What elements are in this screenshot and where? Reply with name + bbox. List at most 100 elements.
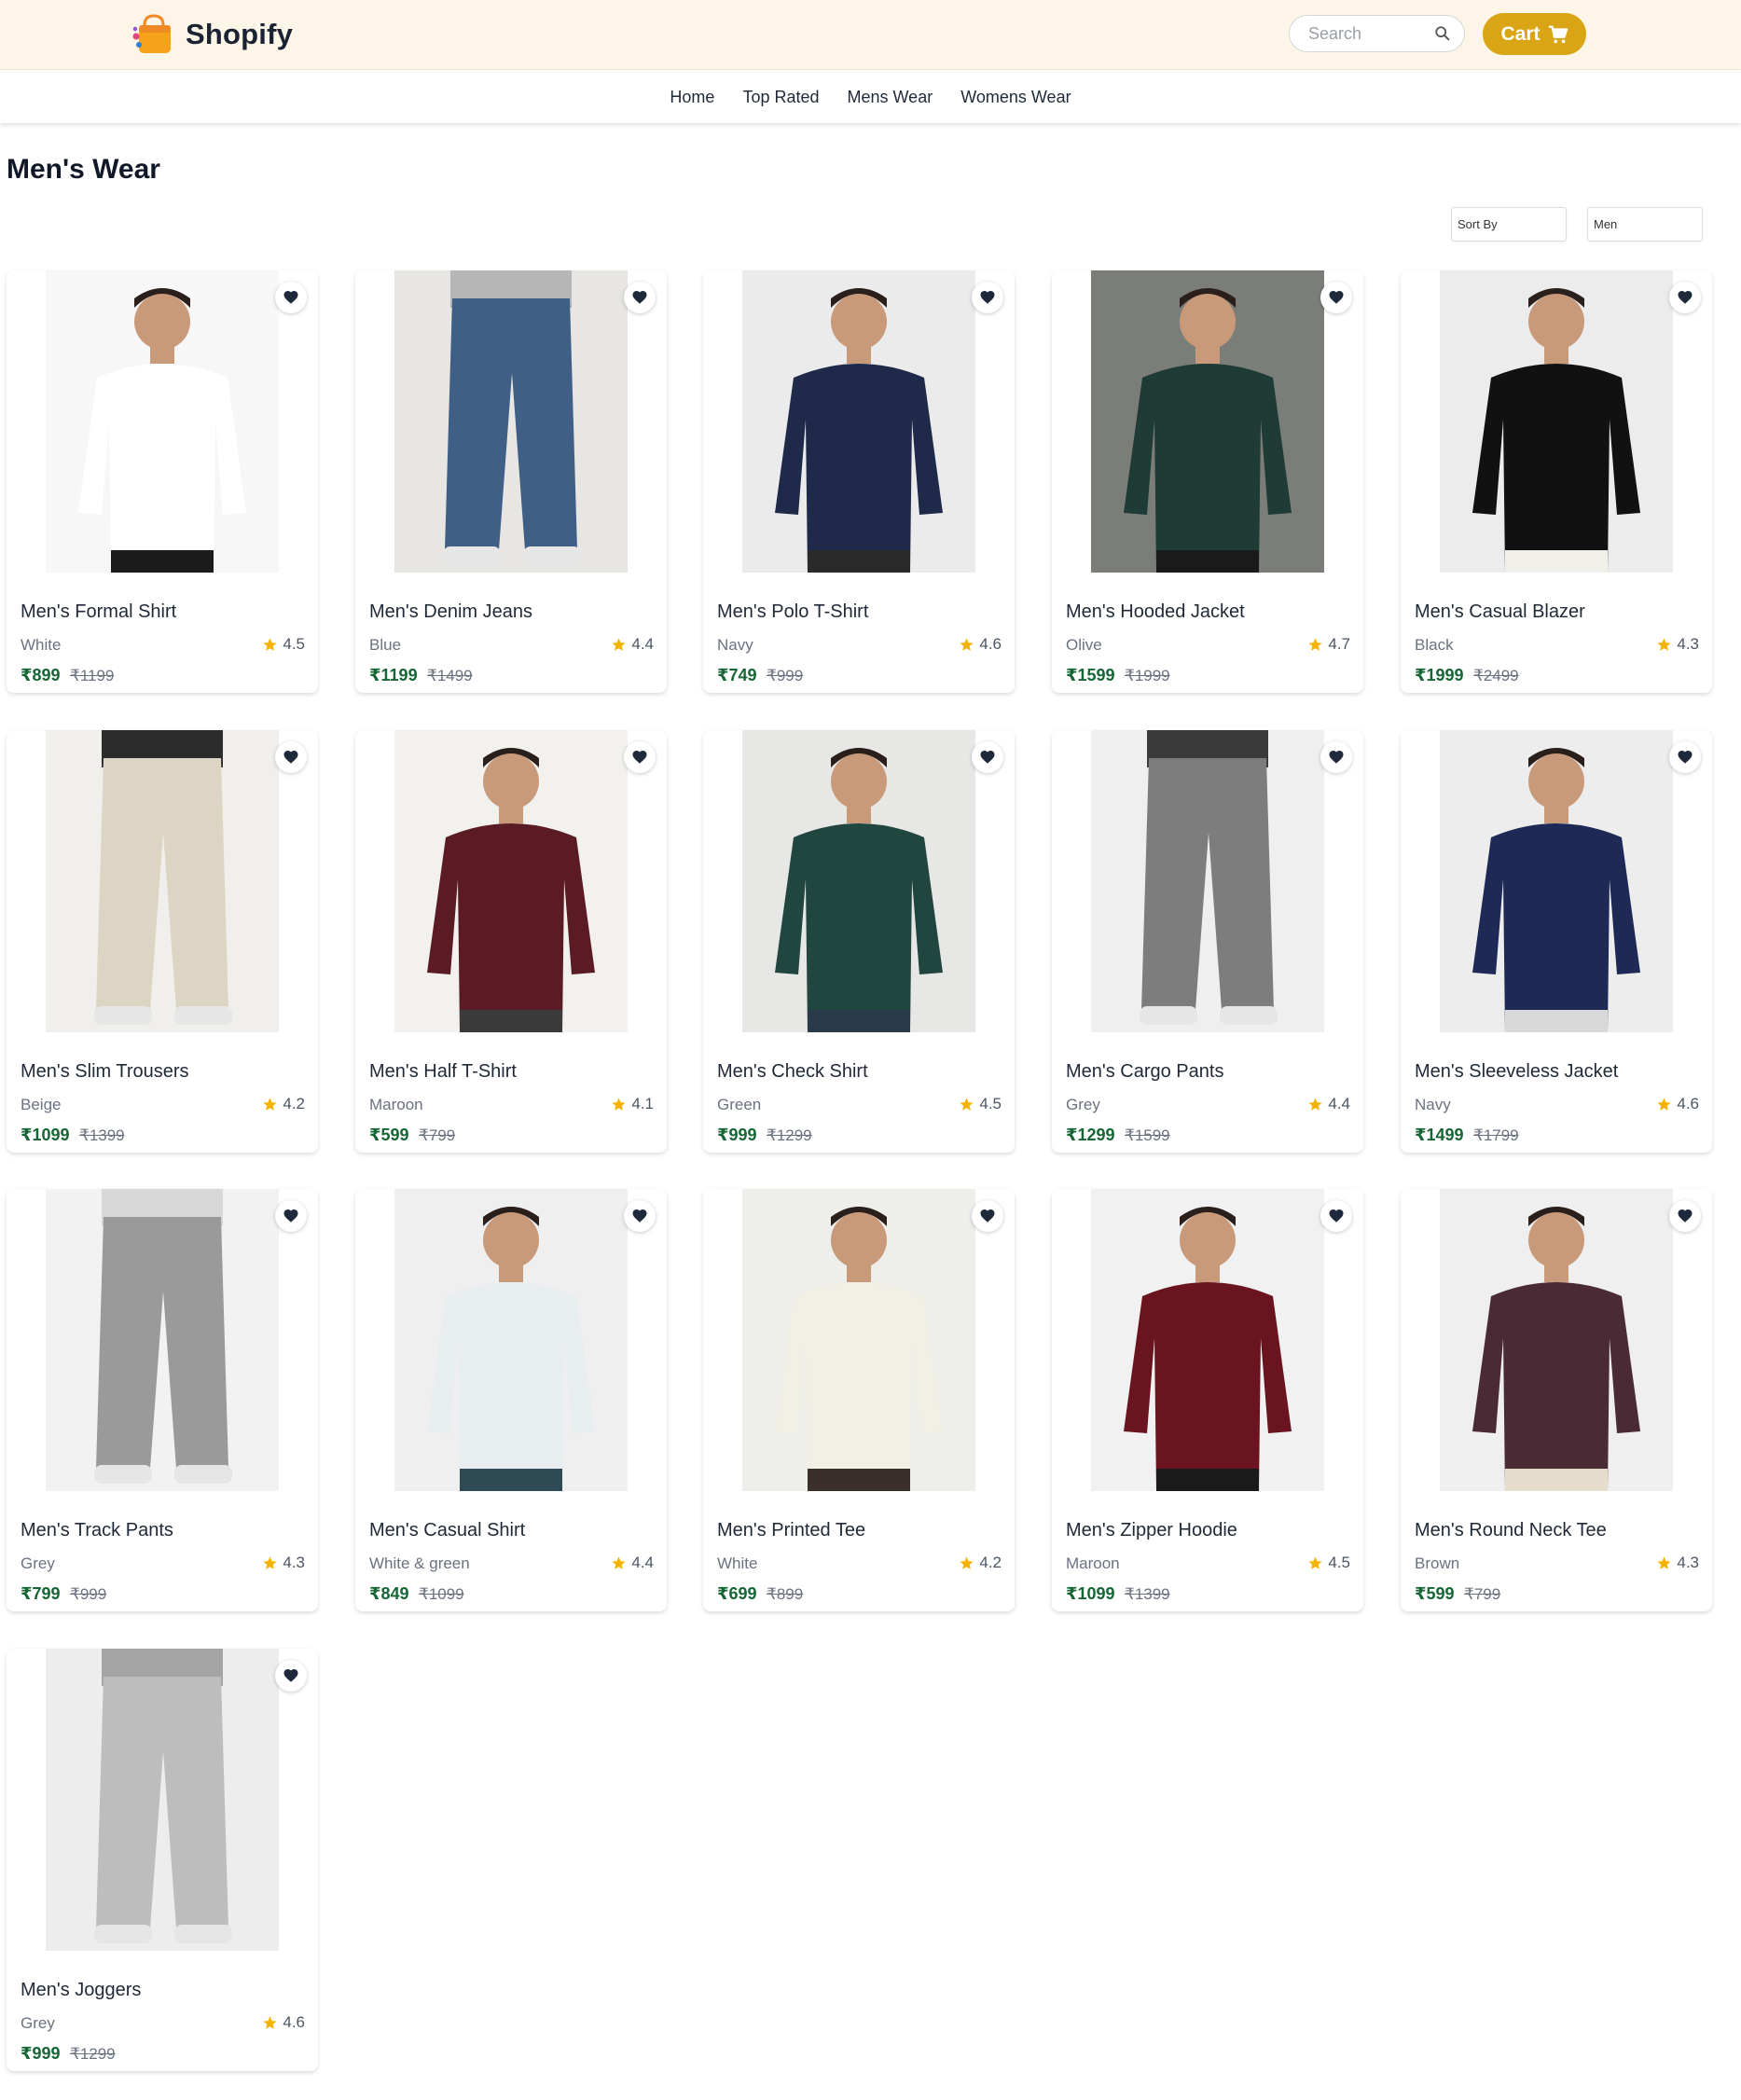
product-card[interactable]: Men's Cargo Pants Grey 4.4 ₹1299 ₹1599 (1052, 730, 1363, 1153)
wishlist-button[interactable] (624, 1200, 656, 1232)
product-image[interactable] (1440, 1189, 1673, 1491)
product-image[interactable] (46, 1189, 279, 1491)
search-input[interactable] (1308, 23, 1430, 44)
heart-icon (632, 290, 647, 304)
sort-by-select[interactable]: Sort By (1451, 207, 1567, 242)
search-box[interactable] (1289, 15, 1465, 52)
product-image[interactable] (1440, 270, 1673, 573)
product-card[interactable]: Men's Check Shirt Green 4.5 ₹999 ₹1299 (703, 730, 1015, 1153)
product-card[interactable]: Men's Half T-Shirt Maroon 4.1 ₹599 ₹799 (355, 730, 667, 1153)
product-rating: 4.1 (611, 1095, 654, 1113)
product-image-wrap (7, 730, 318, 1032)
product-name[interactable]: Men's Check Shirt (717, 1061, 868, 1083)
heart-icon (1678, 290, 1693, 304)
product-name[interactable]: Men's Cargo Pants (1066, 1061, 1223, 1083)
product-image[interactable] (394, 1189, 628, 1491)
product-name[interactable]: Men's Half T-Shirt (369, 1061, 517, 1083)
product-color: Navy (1415, 1096, 1451, 1113)
product-name[interactable]: Men's Zipper Hoodie (1066, 1520, 1237, 1541)
wishlist-button[interactable] (972, 282, 1003, 313)
heart-icon (1329, 290, 1344, 304)
product-name[interactable]: Men's Joggers (21, 1980, 141, 2001)
product-card[interactable]: Men's Polo T-Shirt Navy 4.6 ₹749 ₹999 (703, 270, 1015, 693)
product-old-price: ₹999 (70, 1585, 107, 1603)
wishlist-button[interactable] (1320, 282, 1352, 313)
product-name[interactable]: Men's Casual Blazer (1415, 601, 1585, 623)
wishlist-button[interactable] (1320, 1200, 1352, 1232)
product-card[interactable]: Men's Joggers Grey 4.6 ₹999 ₹1299 (7, 1649, 318, 2071)
wishlist-button[interactable] (275, 1660, 307, 1692)
product-image-illustration (46, 730, 279, 1032)
product-image-wrap (7, 1189, 318, 1491)
wishlist-button[interactable] (275, 1200, 307, 1232)
product-image[interactable] (1440, 730, 1673, 1032)
product-old-price: ₹1199 (70, 667, 115, 684)
product-name[interactable]: Men's Denim Jeans (369, 601, 532, 623)
search-icon[interactable] (1434, 25, 1451, 42)
product-name[interactable]: Men's Round Neck Tee (1415, 1520, 1607, 1541)
wishlist-button[interactable] (1669, 741, 1701, 773)
product-card[interactable]: Men's Round Neck Tee Brown 4.3 ₹599 ₹799 (1401, 1189, 1712, 1611)
product-card[interactable]: Men's Printed Tee White 4.2 ₹699 ₹899 (703, 1189, 1015, 1611)
product-card[interactable]: Men's Sleeveless Jacket Navy 4.6 ₹1499 ₹… (1401, 730, 1712, 1153)
product-image[interactable] (394, 270, 628, 573)
product-card[interactable]: Men's Casual Shirt White & green 4.4 ₹84… (355, 1189, 667, 1611)
product-price: ₹599 (1415, 1584, 1455, 1603)
product-old-price: ₹1399 (1125, 1585, 1170, 1603)
nav-mens-wear[interactable]: Mens Wear (848, 88, 933, 107)
nav-home[interactable]: Home (670, 88, 714, 107)
product-image[interactable] (742, 270, 975, 573)
rating-value: 4.6 (979, 635, 1002, 653)
wishlist-button[interactable] (624, 282, 656, 313)
wishlist-button[interactable] (624, 741, 656, 773)
product-card[interactable]: Men's Denim Jeans Blue 4.4 ₹1199 ₹1499 (355, 270, 667, 693)
product-image[interactable] (394, 730, 628, 1032)
wishlist-button[interactable] (1669, 282, 1701, 313)
product-name[interactable]: Men's Casual Shirt (369, 1520, 525, 1541)
product-image-wrap (703, 1189, 1015, 1491)
product-name[interactable]: Men's Formal Shirt (21, 601, 176, 623)
product-image[interactable] (742, 1189, 975, 1491)
product-name[interactable]: Men's Polo T-Shirt (717, 601, 868, 623)
rating-value: 4.2 (283, 1095, 305, 1112)
product-card[interactable]: Men's Formal Shirt White 4.5 ₹899 ₹1199 (7, 270, 318, 693)
product-image[interactable] (46, 270, 279, 573)
product-image[interactable] (742, 730, 975, 1032)
product-name[interactable]: Men's Track Pants (21, 1520, 173, 1541)
product-image[interactable] (46, 1649, 279, 1951)
product-name[interactable]: Men's Slim Trousers (21, 1061, 189, 1083)
cart-icon (1548, 25, 1568, 43)
product-card[interactable]: Men's Slim Trousers Beige 4.2 ₹1099 ₹139… (7, 730, 318, 1153)
product-image[interactable] (46, 730, 279, 1032)
product-image-wrap (355, 270, 667, 573)
product-price: ₹699 (717, 1584, 757, 1603)
product-price: ₹999 (717, 1126, 757, 1144)
product-card[interactable]: Men's Hooded Jacket Olive 4.7 ₹1599 ₹199… (1052, 270, 1363, 693)
wishlist-button[interactable] (275, 282, 307, 313)
product-card[interactable]: Men's Casual Blazer Black 4.3 ₹1999 ₹249… (1401, 270, 1712, 693)
product-image[interactable] (1091, 730, 1324, 1032)
wishlist-button[interactable] (972, 1200, 1003, 1232)
product-name[interactable]: Men's Sleeveless Jacket (1415, 1061, 1618, 1083)
product-color: Grey (21, 1554, 55, 1572)
wishlist-button[interactable] (972, 741, 1003, 773)
wishlist-button[interactable] (275, 741, 307, 773)
product-price: ₹849 (369, 1584, 409, 1603)
product-image[interactable] (1091, 270, 1324, 573)
product-image[interactable] (1091, 1189, 1324, 1491)
star-icon (960, 1097, 974, 1111)
product-image-wrap (703, 730, 1015, 1032)
product-name[interactable]: Men's Hooded Jacket (1066, 601, 1245, 623)
wishlist-button[interactable] (1320, 741, 1352, 773)
nav-womens-wear[interactable]: Womens Wear (960, 88, 1071, 107)
nav-top-rated[interactable]: Top Rated (742, 88, 819, 107)
cart-button[interactable]: Cart (1483, 13, 1586, 55)
product-card[interactable]: Men's Zipper Hoodie Maroon 4.5 ₹1099 ₹13… (1052, 1189, 1363, 1611)
logo[interactable]: Shopify (131, 11, 293, 58)
star-icon (612, 637, 626, 651)
product-name[interactable]: Men's Printed Tee (717, 1520, 865, 1541)
product-card[interactable]: Men's Track Pants Grey 4.3 ₹799 ₹999 (7, 1189, 318, 1611)
category-select[interactable]: Men (1587, 207, 1703, 242)
wishlist-button[interactable] (1669, 1200, 1701, 1232)
product-image-illustration (394, 270, 628, 573)
